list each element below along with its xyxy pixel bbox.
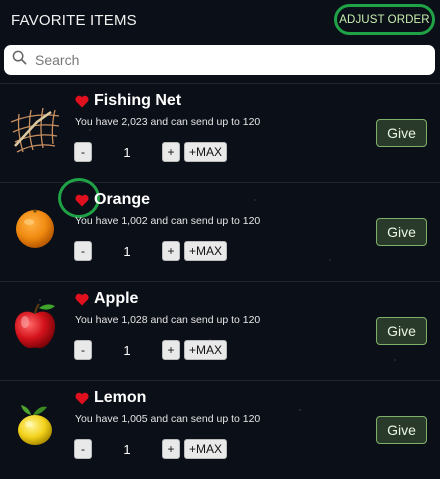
heart-icon[interactable] — [75, 194, 89, 207]
increment-button[interactable]: + — [162, 142, 180, 162]
orange-icon — [9, 201, 61, 253]
give-button[interactable]: Give — [376, 317, 427, 345]
quantity-controls: - 1 + +MAX — [74, 142, 228, 162]
heart-icon[interactable] — [75, 392, 89, 405]
max-button[interactable]: +MAX — [184, 241, 228, 261]
fishing-net-icon — [9, 102, 61, 154]
item-name: Lemon — [94, 389, 147, 406]
list-item: Orange You have 1,002 and can send up to… — [0, 178, 440, 282]
adjust-order-highlight: ADJUST ORDER — [334, 4, 435, 35]
favorite-items-list: Fishing Net You have 2,023 and can send … — [0, 83, 440, 479]
decrement-button[interactable]: - — [74, 241, 92, 261]
item-name: Orange — [94, 191, 151, 208]
give-button[interactable]: Give — [376, 218, 427, 246]
item-info: You have 2,023 and can send up to 120 — [75, 116, 261, 128]
max-button[interactable]: +MAX — [184, 340, 228, 360]
heart-icon[interactable] — [75, 293, 89, 306]
item-name-row: Fishing Net — [75, 91, 181, 111]
item-name-row: Apple — [75, 289, 138, 309]
item-info: You have 1,002 and can send up to 120 — [75, 215, 261, 227]
item-info: You have 1,028 and can send up to 120 — [75, 314, 261, 326]
quantity-controls: - 1 + +MAX — [74, 340, 228, 360]
search-bar — [4, 45, 435, 75]
give-button[interactable]: Give — [376, 119, 427, 147]
apple-icon — [9, 300, 61, 352]
increment-button[interactable]: + — [162, 340, 180, 360]
search-input[interactable] — [33, 51, 417, 69]
quantity-value[interactable]: 1 — [92, 145, 162, 160]
item-name-row: Lemon — [75, 388, 146, 408]
max-button[interactable]: +MAX — [184, 142, 228, 162]
item-name-row: Orange — [75, 190, 150, 210]
decrement-button[interactable]: - — [74, 439, 92, 459]
quantity-controls: - 1 + +MAX — [74, 241, 228, 261]
quantity-value[interactable]: 1 — [92, 244, 162, 259]
increment-button[interactable]: + — [162, 439, 180, 459]
item-name: Apple — [94, 290, 139, 307]
header: FAVORITE ITEMS ADJUST ORDER — [0, 0, 440, 40]
quantity-value[interactable]: 1 — [92, 343, 162, 358]
item-name: Fishing Net — [94, 92, 182, 109]
item-info: You have 1,005 and can send up to 120 — [75, 413, 261, 425]
quantity-value[interactable]: 1 — [92, 442, 162, 457]
list-item: Apple You have 1,028 and can send up to … — [0, 282, 440, 381]
decrement-button[interactable]: - — [74, 340, 92, 360]
list-item: Fishing Net You have 2,023 and can send … — [0, 83, 440, 183]
adjust-order-button[interactable]: ADJUST ORDER — [339, 14, 429, 26]
max-button[interactable]: +MAX — [184, 439, 228, 459]
lemon-icon — [9, 399, 61, 451]
give-button[interactable]: Give — [376, 416, 427, 444]
decrement-button[interactable]: - — [74, 142, 92, 162]
quantity-controls: - 1 + +MAX — [74, 439, 228, 459]
heart-icon[interactable] — [75, 95, 89, 108]
list-item: Lemon You have 1,005 and can send up to … — [0, 381, 440, 479]
increment-button[interactable]: + — [162, 241, 180, 261]
page-title: FAVORITE ITEMS — [11, 11, 137, 29]
search-icon — [12, 50, 27, 70]
